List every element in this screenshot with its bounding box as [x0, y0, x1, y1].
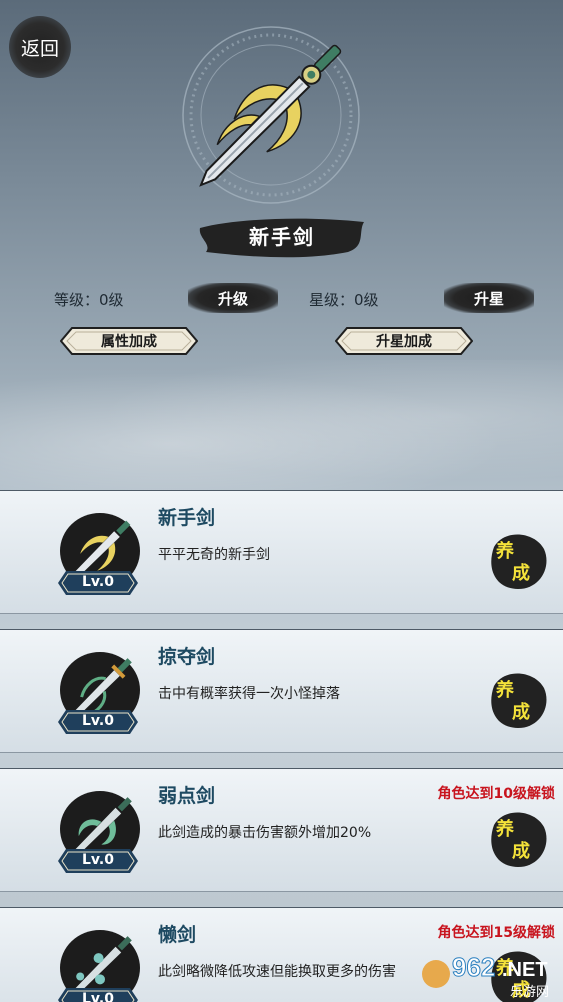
sword-list[interactable]: Lv.0 新手剑 平平无奇的新手剑 养 成 Lv.0 掠夺剑 击中有概率获得一次… — [0, 490, 563, 1002]
level-badge: Lv.0 — [58, 571, 138, 595]
level-badge: Lv.0 — [58, 849, 138, 873]
level-badge-text: Lv.0 — [82, 713, 114, 729]
train-label-2: 成 — [512, 702, 530, 723]
unlock-requirement: 角色达到10级解锁 — [437, 786, 555, 802]
watermark-site: 乐游网 — [510, 985, 549, 1000]
star-bonus-tab[interactable]: 升星加成 — [335, 327, 473, 355]
site-watermark: 962 .NET 乐游网 — [422, 952, 549, 1000]
attribute-bonus-tab[interactable]: 属性加成 — [60, 327, 198, 355]
sword-card[interactable]: Lv.0 弱点剑 角色达到10级解锁 此剑造成的暴击伤害额外增加20% 养 成 — [0, 768, 563, 892]
train-label-2: 成 — [512, 841, 530, 862]
star-level-label: 星级：0级 — [309, 291, 379, 309]
weapon-emblem — [182, 26, 360, 204]
sword-name: 弱点剑 — [158, 785, 216, 807]
attribute-bonus-label: 属性加成 — [101, 334, 157, 350]
level-badge-text: Lv.0 — [82, 574, 114, 590]
upgrade-button[interactable]: 升级 — [188, 283, 278, 313]
weapon-name: 新手剑 — [249, 225, 315, 249]
sword-description: 击中有概率获得一次小怪掉落 — [158, 686, 340, 702]
back-button[interactable]: 返回 — [9, 16, 71, 78]
sword-name: 新手剑 — [158, 507, 216, 529]
star-bonus-label: 升星加成 — [376, 334, 432, 350]
sword-card[interactable]: Lv.0 掠夺剑 击中有概率获得一次小怪掉落 养 成 — [0, 629, 563, 753]
level-badge-text: Lv.0 — [82, 991, 114, 1002]
star-up-button[interactable]: 升星 — [444, 283, 534, 313]
train-button[interactable]: 养 成 — [484, 805, 550, 871]
sword-description: 此剑造成的暴击伤害额外增加20% — [158, 825, 372, 841]
watermark-domain: .NET — [502, 959, 548, 981]
background-mist — [0, 360, 563, 500]
sword-name: 掠夺剑 — [158, 646, 216, 668]
sword-description: 此剑略微降低攻速但能换取更多的伤害 — [158, 964, 396, 980]
level-badge: Lv.0 — [58, 710, 138, 734]
level-badge-text: Lv.0 — [82, 852, 114, 868]
sword-name: 懒剑 — [158, 924, 197, 946]
sword-icon — [199, 44, 342, 187]
weapon-name-banner: 新手剑 — [198, 208, 366, 264]
train-button[interactable]: 养 成 — [484, 527, 550, 593]
level-badge: Lv.0 — [58, 988, 138, 1002]
unlock-requirement: 角色达到15级解锁 — [437, 925, 555, 941]
train-button[interactable]: 养 成 — [484, 666, 550, 732]
sword-description: 平平无奇的新手剑 — [158, 547, 270, 563]
train-label-2: 成 — [512, 563, 530, 584]
watermark-brand: 962 — [452, 952, 495, 982]
level-label: 等级：0级 — [54, 291, 124, 309]
sword-card[interactable]: Lv.0 新手剑 平平无奇的新手剑 养 成 — [0, 490, 563, 614]
